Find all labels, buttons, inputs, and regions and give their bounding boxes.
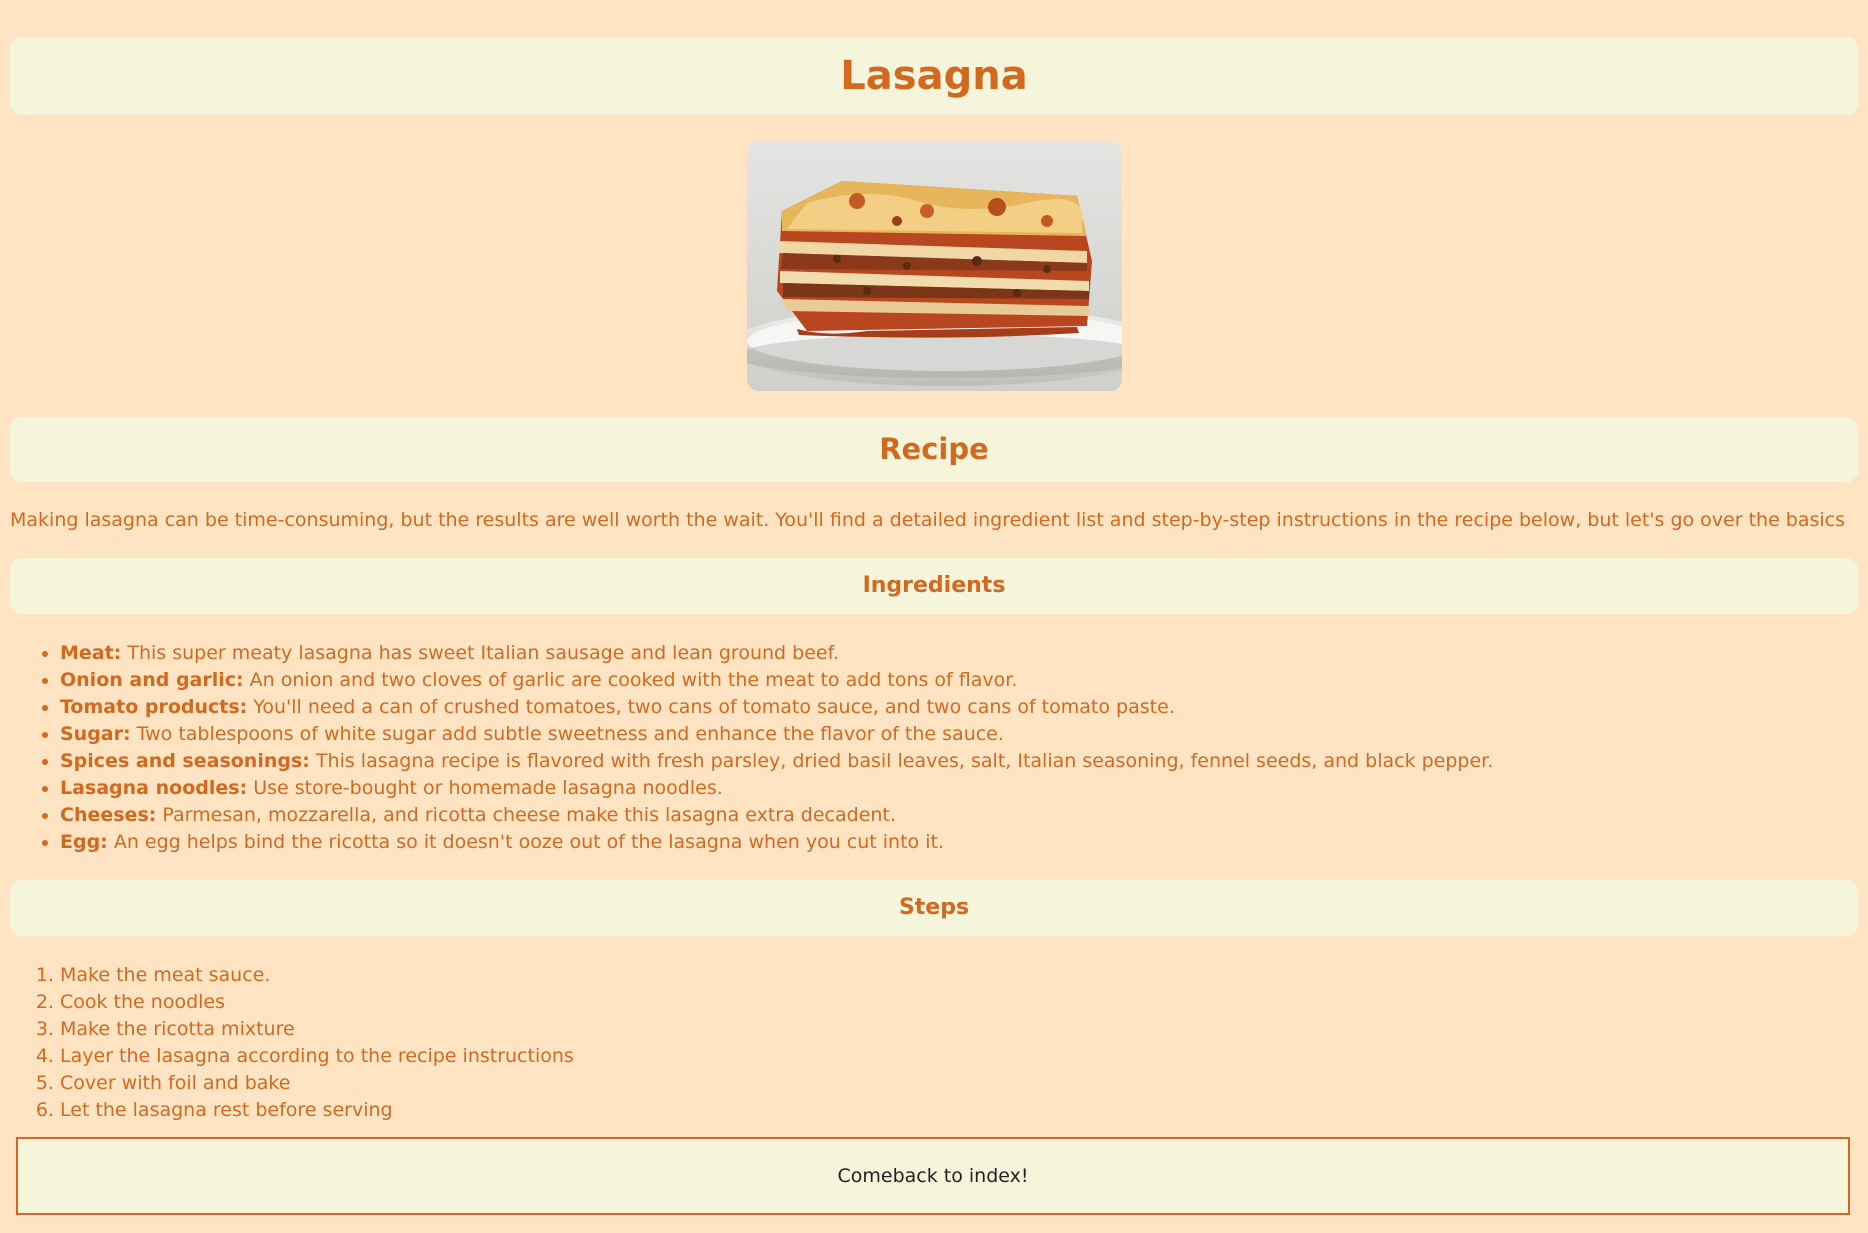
list-item: Egg: An egg helps bind the ricotta so it… xyxy=(60,829,1858,856)
ingredient-name: Egg: xyxy=(60,831,108,853)
list-item: Make the meat sauce. xyxy=(60,962,1858,989)
ingredient-name: Tomato products: xyxy=(60,696,248,718)
list-item: Spices and seasonings: This lasagna reci… xyxy=(60,748,1858,775)
ingredients-heading: Ingredients xyxy=(10,558,1858,614)
list-item: Cover with foil and bake xyxy=(60,1070,1858,1097)
ingredient-name: Sugar: xyxy=(60,723,131,745)
list-item: Lasagna noodles: Use store-bought or hom… xyxy=(60,775,1858,802)
ingredient-name: Onion and garlic: xyxy=(60,669,244,691)
ingredient-text: An egg helps bind the ricotta so it does… xyxy=(107,831,944,853)
recipe-page: Lasagna Recipe Making lasagna can be tim… xyxy=(10,0,1858,1124)
list-item: Meat: This super meaty lasagna has sweet… xyxy=(60,640,1858,667)
list-item: Cheeses: Parmesan, mozzarella, and ricot… xyxy=(60,802,1858,829)
list-item: Tomato products: You'll need a can of cr… xyxy=(60,694,1858,721)
list-item: Onion and garlic: An onion and two clove… xyxy=(60,667,1858,694)
list-item: Make the ricotta mixture xyxy=(60,1016,1858,1043)
back-to-index-button[interactable]: Comeback to index! xyxy=(16,1137,1850,1215)
list-item: Cook the noodles xyxy=(60,989,1858,1016)
recipe-heading: Recipe xyxy=(10,417,1858,482)
list-item: Layer the lasagna according to the recip… xyxy=(60,1043,1858,1070)
recipe-intro: Making lasagna can be time-consuming, bu… xyxy=(10,509,1846,531)
lasagna-image xyxy=(746,141,1122,391)
ingredient-text: This super meaty lasagna has sweet Itali… xyxy=(121,642,839,664)
ingredient-text: An onion and two cloves of garlic are co… xyxy=(243,669,1018,691)
list-item: Let the lasagna rest before serving xyxy=(60,1097,1858,1124)
ingredient-text: This lasagna recipe is flavored with fre… xyxy=(309,750,1494,772)
ingredient-text: Parmesan, mozzarella, and ricotta cheese… xyxy=(156,804,896,826)
page-title: Lasagna xyxy=(10,37,1858,115)
ingredient-name: Spices and seasonings: xyxy=(60,750,310,772)
ingredient-text: You'll need a can of crushed tomatoes, t… xyxy=(247,696,1175,718)
ingredient-text: Use store-bought or homemade lasagna noo… xyxy=(247,777,723,799)
steps-heading: Steps xyxy=(10,880,1858,936)
ingredients-list: Meat: This super meaty lasagna has sweet… xyxy=(10,640,1858,856)
steps-list: Make the meat sauce. Cook the noodles Ma… xyxy=(10,962,1858,1124)
ingredient-name: Cheeses: xyxy=(60,804,157,826)
ingredient-text: Two tablespoons of white sugar add subtl… xyxy=(130,723,1004,745)
ingredient-name: Lasagna noodles: xyxy=(60,777,248,799)
list-item: Sugar: Two tablespoons of white sugar ad… xyxy=(60,721,1858,748)
ingredient-name: Meat: xyxy=(60,642,122,664)
